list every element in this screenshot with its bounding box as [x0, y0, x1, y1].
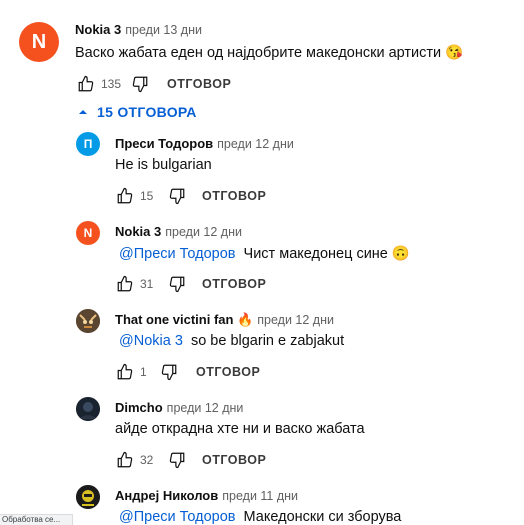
like-button[interactable]	[114, 361, 136, 383]
reply-actions: 32 ОТГОВОР	[114, 448, 266, 472]
like-count: 15	[140, 189, 154, 203]
avatar-letter: П	[83, 137, 93, 151]
reply-date[interactable]: преди 12 дни	[167, 401, 244, 415]
reply-header: Преси Тодоров преди 12 дни	[115, 136, 294, 151]
like-button[interactable]	[75, 73, 97, 95]
reply-text: @Преси Тодоров Чист македонец сине 🙃	[119, 245, 410, 262]
thumbs-up-icon	[117, 187, 133, 204]
like-count: 1	[140, 365, 147, 379]
avatar[interactable]: П	[76, 132, 100, 156]
reply-text: He is bulgarian	[115, 157, 212, 173]
reply-author[interactable]: Преси Тодоров	[115, 136, 213, 151]
avatar[interactable]	[76, 309, 100, 333]
like-button[interactable]	[114, 273, 136, 295]
caret-up-icon	[79, 110, 87, 114]
reply-header: Андреј Николов преди 11 дни	[115, 488, 298, 503]
avatar[interactable]	[76, 397, 100, 421]
reply-date[interactable]: преди 12 дни	[257, 313, 334, 327]
reply-author[interactable]: Андреј Николов	[115, 488, 218, 503]
reply-button[interactable]: ОТГОВОР	[202, 453, 266, 467]
thumbs-down-icon	[161, 364, 177, 381]
comment-actions: 135 ОТГОВОР	[75, 72, 231, 96]
dislike-button[interactable]	[166, 273, 188, 295]
thumbs-down-icon	[169, 452, 185, 469]
like-count: 135	[101, 77, 122, 91]
reply-date[interactable]: преди 12 дни	[165, 225, 242, 239]
reply-text: айде открадна хте ни и васко жабата	[115, 421, 365, 437]
avatar-letter: N	[83, 226, 93, 240]
reply-date[interactable]: преди 12 дни	[217, 137, 294, 151]
like-button[interactable]	[114, 449, 136, 471]
victini-avatar-image	[76, 309, 100, 333]
mention-link[interactable]: @Преси Тодоров	[119, 509, 235, 525]
replies-toggle-button[interactable]: 15 ОТГОВОРА	[75, 104, 197, 120]
reply-actions: 31 ОТГОВОР	[114, 272, 266, 296]
comment-date[interactable]: преди 13 дни	[125, 23, 202, 37]
browser-status-bar: Обработва се...	[0, 514, 73, 525]
avatar[interactable]: N	[19, 22, 59, 62]
mention-link[interactable]: @Преси Тодоров	[119, 246, 235, 262]
comment-text: Васко жабата еден од најдобрите македонс…	[75, 45, 464, 61]
thumbs-up-icon	[117, 363, 133, 380]
like-count: 32	[140, 453, 154, 467]
avatar[interactable]	[76, 485, 100, 509]
dimcho-avatar-image	[76, 397, 100, 421]
reply-body: so be blgarin e zabjakut	[190, 333, 345, 349]
reply-actions: 1 ОТГОВОР	[114, 360, 260, 384]
dislike-button[interactable]	[129, 73, 151, 95]
reply-button[interactable]: ОТГОВОР	[202, 277, 266, 291]
reply-header: That one victini fan 🔥 преди 12 дни	[115, 312, 334, 328]
avatar[interactable]: N	[76, 221, 100, 245]
reply-header: Nokia 3 преди 12 дни	[115, 224, 242, 239]
reply-author[interactable]: Nokia 3	[115, 224, 161, 239]
reply-author[interactable]: That one victini fan 🔥	[115, 312, 253, 328]
comment-header: Nokia 3 преди 13 дни	[75, 22, 202, 37]
reply-body: Македонски си зборува	[243, 509, 402, 525]
like-count: 31	[140, 277, 154, 291]
andrej-avatar-image	[76, 485, 100, 509]
reply-header: Dimcho преди 12 дни	[115, 400, 243, 415]
reply-body: Чист македонец сине 🙃	[243, 246, 410, 262]
reply-author[interactable]: Dimcho	[115, 400, 163, 415]
reply-button[interactable]: ОТГОВОР	[167, 77, 231, 91]
dislike-button[interactable]	[166, 449, 188, 471]
reply-text: @Преси Тодоров Македонски си зборува	[119, 509, 401, 525]
reply-actions: 15 ОТГОВОР	[114, 184, 266, 208]
thumbs-down-icon	[169, 188, 185, 205]
thumbs-up-icon	[117, 275, 133, 292]
reply-date[interactable]: преди 11 дни	[222, 489, 298, 503]
comment-author[interactable]: Nokia 3	[75, 22, 121, 37]
reply-button[interactable]: ОТГОВОР	[202, 189, 266, 203]
replies-count-label: 15 ОТГОВОРА	[97, 104, 197, 120]
dislike-button[interactable]	[158, 361, 180, 383]
like-button[interactable]	[114, 185, 136, 207]
reply-text: @Nokia 3 so be blgarin e zabjakut	[119, 333, 344, 349]
dislike-button[interactable]	[166, 185, 188, 207]
reply-button[interactable]: ОТГОВОР	[196, 365, 260, 379]
thumbs-up-icon	[78, 75, 94, 92]
thumbs-down-icon	[132, 76, 148, 93]
thumbs-up-icon	[117, 451, 133, 468]
thumbs-down-icon	[169, 276, 185, 293]
mention-link[interactable]: @Nokia 3	[119, 333, 183, 349]
avatar-letter: N	[31, 30, 47, 53]
